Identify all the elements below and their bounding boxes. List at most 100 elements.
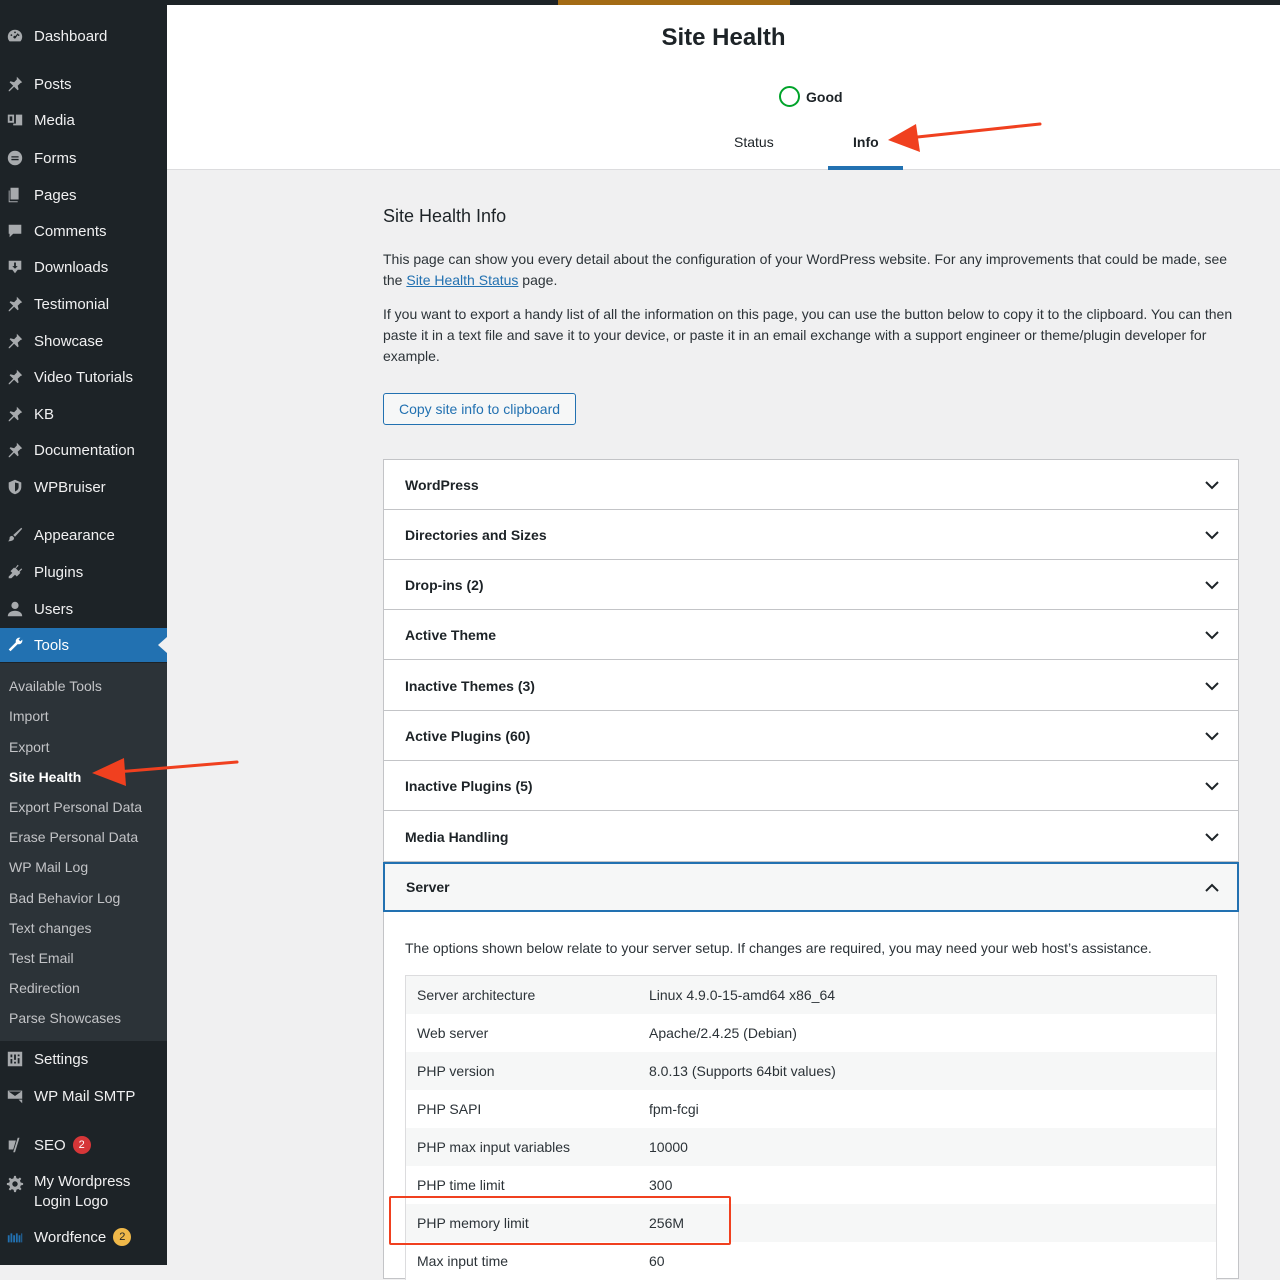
sidebar-item-documentation[interactable]: Documentation — [0, 433, 167, 467]
sidebar-item-plugins[interactable]: Plugins — [0, 555, 167, 589]
submenu-item-import[interactable]: Import — [9, 705, 49, 727]
row-value: 60 — [649, 1253, 665, 1269]
label-line-1: My Wordpress — [34, 1173, 131, 1190]
sidebar-item-media[interactable]: Media — [0, 103, 167, 137]
sidebar-item-users[interactable]: Users — [0, 592, 167, 626]
accordion-media-handling[interactable]: Media Handling — [384, 812, 1238, 862]
accordion-drop-ins[interactable]: Drop-ins (2) — [384, 560, 1238, 610]
row-key: Max input time — [417, 1253, 509, 1269]
sidebar-item-forms[interactable]: Forms — [0, 141, 167, 175]
shield-icon — [5, 477, 25, 497]
submenu-item-available-tools[interactable]: Available Tools — [9, 675, 102, 697]
table-row: Web server Apache/2.4.25 (Debian) — [406, 1014, 1216, 1052]
sidebar-item-comments[interactable]: Comments — [0, 214, 167, 248]
yoast-icon — [5, 1135, 25, 1155]
table-row: Max input time 60 — [406, 1242, 1216, 1280]
chevron-down-icon — [1204, 829, 1220, 845]
sidebar-item-label: Appearance — [34, 526, 115, 544]
pin-icon — [5, 74, 25, 94]
submenu-item-wp-mail-log[interactable]: WP Mail Log — [9, 856, 88, 878]
sidebar-item-label: Video Tutorials — [34, 368, 133, 386]
status-circle-icon — [779, 86, 800, 107]
submenu-item-erase-personal-data[interactable]: Erase Personal Data — [9, 826, 138, 848]
wordfence-icon — [5, 1227, 25, 1247]
accordion-label: Inactive Plugins (5) — [405, 777, 533, 794]
table-row: PHP max input variables 10000 — [406, 1128, 1216, 1166]
sidebar-item-wpbruiser[interactable]: WPBruiser — [0, 470, 167, 504]
sidebar-item-label: Tools — [34, 636, 70, 654]
tools-submenu: Available Tools Import Export Site Healt… — [0, 663, 167, 1041]
submenu-item-test-email[interactable]: Test Email — [9, 947, 74, 969]
accordion-inactive-themes[interactable]: Inactive Themes (3) — [384, 661, 1238, 711]
accordion-wordpress[interactable]: WordPress — [384, 460, 1238, 510]
info-tab-arrow — [888, 122, 1042, 152]
row-key: PHP version — [417, 1063, 495, 1079]
site-health-header: Site Health Good Status Info — [167, 0, 1280, 170]
accordion-directories-and-sizes[interactable]: Directories and Sizes — [384, 510, 1238, 560]
sidebar-item-appearance[interactable]: Appearance — [0, 518, 167, 552]
table-row: Server architecture Linux 4.9.0-15-amd64 … — [406, 976, 1216, 1014]
wordfence-notification-badge: 2 — [113, 1228, 132, 1246]
submenu-item-export[interactable]: Export — [9, 736, 49, 758]
sidebar-item-label: Users — [34, 600, 74, 618]
media-icon — [5, 110, 25, 130]
sidebar-item-kb[interactable]: KB — [0, 397, 167, 431]
table-row: PHP SAPI fpm-fcgi — [406, 1090, 1216, 1128]
submenu-item-parse-showcases[interactable]: Parse Showcases — [9, 1007, 121, 1029]
sidebar-item-pages[interactable]: Pages — [0, 178, 167, 212]
tab-info[interactable]: Info — [853, 134, 879, 150]
sidebar-item-tools[interactable]: Tools — [0, 628, 167, 662]
row-key: PHP time limit — [417, 1177, 505, 1193]
dashboard-icon — [5, 26, 25, 46]
submenu-item-bad-behavior-log[interactable]: Bad Behavior Log — [9, 887, 120, 909]
sidebar-item-label: Pages — [34, 186, 77, 204]
sidebar-item-label: WPBruiser — [34, 478, 106, 496]
sidebar-item-posts[interactable]: Posts — [0, 67, 167, 101]
chevron-up-icon — [1204, 880, 1220, 896]
row-key: PHP max input variables — [417, 1139, 571, 1155]
user-icon — [5, 599, 25, 619]
table-row: PHP version 8.0.13 (Supports 64bit values… — [406, 1052, 1216, 1090]
row-value: Linux 4.9.0-15-amd64 x86_64 — [649, 987, 836, 1003]
sidebar-item-label: Showcase — [34, 332, 104, 350]
sidebar-item-dashboard[interactable]: Dashboard — [0, 19, 167, 53]
sidebar-item-video-tutorials[interactable]: Video Tutorials — [0, 360, 167, 394]
sidebar-item-settings[interactable]: Settings — [0, 1042, 167, 1076]
top-strip-accent — [558, 0, 790, 5]
sidebar-item-label: Comments — [34, 222, 107, 240]
section-heading: Site Health Info — [383, 206, 507, 226]
submenu-item-export-personal-data[interactable]: Export Personal Data — [9, 796, 142, 818]
accordion-inactive-plugins[interactable]: Inactive Plugins (5) — [384, 761, 1238, 811]
sidebar-item-seo[interactable]: SEO 2 — [0, 1128, 167, 1162]
submenu-item-redirection[interactable]: Redirection — [9, 977, 80, 999]
accordion-active-theme[interactable]: Active Theme — [384, 610, 1238, 660]
sidebar-item-downloads[interactable]: Downloads — [0, 250, 167, 284]
row-key: PHP SAPI — [417, 1101, 482, 1117]
chevron-down-icon — [1204, 577, 1220, 593]
row-value: 300 — [649, 1177, 673, 1193]
submenu-item-text-changes[interactable]: Text changes — [9, 917, 92, 939]
sidebar-item-wp-mail-smtp[interactable]: WP Mail SMTP — [0, 1079, 167, 1113]
accordion-label: Inactive Themes (3) — [405, 677, 535, 694]
export-paragraph: If you want to export a handy list of al… — [383, 306, 1233, 364]
site-health-status-link[interactable]: Site Health Status — [406, 272, 518, 288]
chevron-down-icon — [1204, 678, 1220, 694]
submenu-item-site-health[interactable]: Site Health — [9, 766, 81, 788]
pin-icon — [5, 367, 25, 387]
server-description: The options shown below relate to your s… — [405, 940, 1152, 956]
row-key: Web server — [417, 1025, 489, 1041]
chevron-down-icon — [1204, 627, 1220, 643]
tab-status[interactable]: Status — [734, 134, 774, 150]
label-line-2: Login Logo — [34, 1193, 109, 1210]
sidebar-item-label: My Wordpress Login Logo — [34, 1172, 130, 1212]
row-value: 256M — [649, 1215, 685, 1231]
copy-site-info-button[interactable]: Copy site info to clipboard — [383, 393, 576, 425]
sidebar-item-showcase[interactable]: Showcase — [0, 324, 167, 358]
accordion-active-plugins[interactable]: Active Plugins (60) — [384, 711, 1238, 761]
sidebar-item-testimonial[interactable]: Testimonial — [0, 287, 167, 321]
sidebar-item-login-logo[interactable]: My Wordpress Login Logo — [0, 1170, 167, 1214]
sidebar-item-wordfence[interactable]: Wordfence 2 — [0, 1220, 167, 1254]
sidebar-item-label: Forms — [34, 149, 77, 167]
accordion-server[interactable]: Server — [383, 862, 1239, 912]
accordion-label: Active Plugins (60) — [405, 727, 531, 744]
